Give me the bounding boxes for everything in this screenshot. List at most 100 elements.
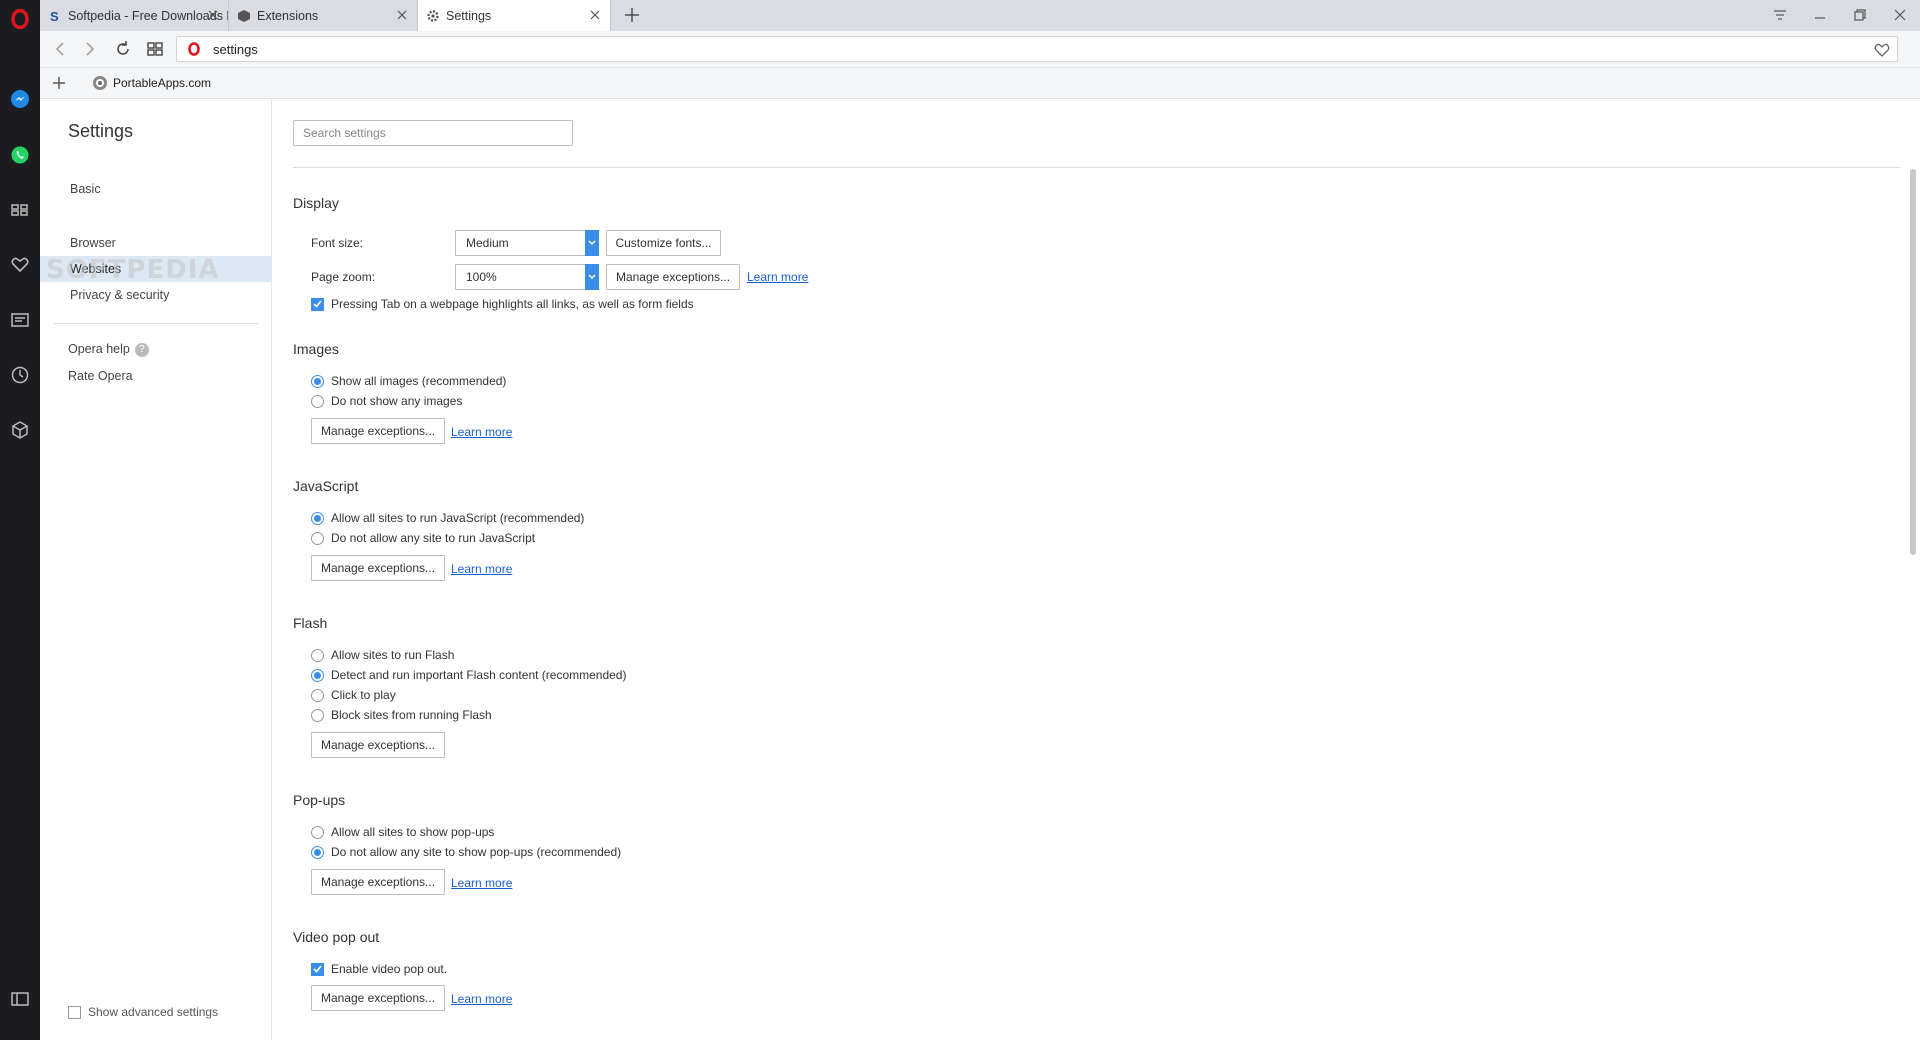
- page-zoom-select[interactable]: 100%: [455, 264, 599, 290]
- radio-selected[interactable]: [311, 511, 324, 525]
- messenger-icon[interactable]: [8, 87, 32, 111]
- option-label: Do not allow any site to run JavaScript: [331, 531, 536, 545]
- address-bar: settings: [40, 31, 1920, 68]
- nav-item-rate-opera[interactable]: Rate Opera: [40, 363, 272, 389]
- option-label: Do not allow any site to show pop-ups (r…: [331, 845, 622, 859]
- page-title: Settings: [68, 121, 134, 141]
- restore-icon[interactable]: [1851, 6, 1869, 24]
- flash-manage-exceptions-button[interactable]: Manage exceptions...: [311, 732, 445, 758]
- popups-manage-exceptions-button[interactable]: Manage exceptions...: [311, 869, 445, 895]
- flash-option-allow[interactable]: Allow sites to run Flash: [311, 647, 454, 663]
- option-label: Allow all sites to run JavaScript (recom…: [331, 511, 585, 525]
- speed-dial-icon[interactable]: [145, 39, 165, 59]
- popups-learn-more-link[interactable]: Learn more: [451, 876, 512, 890]
- bookmarks-bar: PortableApps.com: [40, 68, 1920, 99]
- video-pop-out-label: Enable video pop out.: [331, 962, 448, 976]
- watermark: SOFTPEDIA: [46, 254, 226, 291]
- nav-item-browser[interactable]: Browser: [40, 230, 272, 256]
- js-manage-exceptions-button[interactable]: Manage exceptions...: [311, 555, 445, 581]
- checkbox-checked[interactable]: [311, 297, 324, 311]
- close-icon[interactable]: [588, 8, 602, 22]
- radio[interactable]: [311, 825, 324, 839]
- video-manage-exceptions-button[interactable]: Manage exceptions...: [311, 985, 445, 1011]
- tab-title: Softpedia - Free Downloads Encyclopedia: [68, 8, 228, 23]
- show-advanced-settings-checkbox[interactable]: Show advanced settings: [68, 1005, 218, 1019]
- page-zoom-value: 100%: [466, 270, 497, 284]
- chevron-down-icon: [585, 230, 599, 256]
- add-bookmark-plus-icon[interactable]: [50, 74, 68, 92]
- js-option-allow[interactable]: Allow all sites to run JavaScript (recom…: [311, 510, 584, 526]
- images-manage-exceptions-button[interactable]: Manage exceptions...: [311, 418, 445, 444]
- settings-content: Display Font size: Medium Customize font…: [273, 99, 1920, 1040]
- bookmark-portableapps[interactable]: PortableApps.com: [92, 75, 211, 91]
- minimize-icon[interactable]: [1811, 6, 1829, 24]
- heart-icon[interactable]: [8, 253, 32, 277]
- tab-highlight-checkbox[interactable]: Pressing Tab on a webpage highlights all…: [311, 296, 694, 312]
- font-size-select[interactable]: Medium: [455, 230, 599, 256]
- history-clock-icon[interactable]: [8, 363, 32, 387]
- tab-settings[interactable]: Settings: [418, 0, 611, 31]
- zoom-manage-exceptions-button[interactable]: Manage exceptions...: [606, 264, 740, 290]
- option-label: Do not show any images: [331, 394, 463, 408]
- close-icon[interactable]: [395, 8, 409, 22]
- js-learn-more-link[interactable]: Learn more: [451, 562, 512, 576]
- radio[interactable]: [311, 648, 324, 662]
- video-pop-out-checkbox[interactable]: Enable video pop out.: [311, 961, 447, 977]
- new-tab-plus-icon[interactable]: [623, 6, 641, 24]
- section-title-video-pop-out: Video pop out: [293, 929, 380, 945]
- flash-option-click-to-play[interactable]: Click to play: [311, 687, 396, 703]
- option-label: Block sites from running Flash: [331, 708, 492, 722]
- radio-selected[interactable]: [311, 845, 324, 859]
- nav-item-opera-help[interactable]: Opera help?: [40, 336, 272, 362]
- reload-icon[interactable]: [113, 39, 133, 59]
- radio[interactable]: [311, 708, 324, 722]
- flash-option-detect[interactable]: Detect and run important Flash content (…: [311, 667, 626, 683]
- radio[interactable]: [311, 394, 324, 408]
- news-icon[interactable]: [8, 308, 32, 332]
- search-input[interactable]: [293, 120, 573, 146]
- page-zoom-label: Page zoom:: [311, 270, 376, 284]
- heart-icon[interactable]: [1873, 41, 1891, 59]
- images-learn-more-link[interactable]: Learn more: [451, 425, 512, 439]
- nav-item-basic[interactable]: Basic: [40, 176, 272, 202]
- whatsapp-icon[interactable]: [8, 143, 32, 167]
- customize-fonts-button[interactable]: Customize fonts...: [606, 230, 721, 256]
- popups-option-allow[interactable]: Allow all sites to show pop-ups: [311, 824, 494, 840]
- back-icon[interactable]: [50, 39, 70, 59]
- divider: [293, 167, 1900, 168]
- sidebar-toggle-icon[interactable]: [8, 987, 32, 1011]
- softpedia-icon: S: [48, 9, 62, 23]
- extensions-cube-icon[interactable]: [8, 418, 32, 442]
- speed-dial-icon[interactable]: [8, 198, 32, 222]
- opera-logo-icon[interactable]: [8, 7, 32, 31]
- images-option-hide[interactable]: Do not show any images: [311, 393, 462, 409]
- close-window-icon[interactable]: [1891, 6, 1909, 24]
- radio[interactable]: [311, 688, 324, 702]
- checkbox-checked[interactable]: [311, 962, 324, 976]
- images-option-show-all[interactable]: Show all images (recommended): [311, 373, 506, 389]
- js-option-block[interactable]: Do not allow any site to run JavaScript: [311, 530, 535, 546]
- tab-strip: S Softpedia - Free Downloads Encyclopedi…: [40, 0, 1920, 31]
- tab-softpedia[interactable]: S Softpedia - Free Downloads Encyclopedi…: [40, 0, 229, 31]
- flash-option-block[interactable]: Block sites from running Flash: [311, 707, 492, 723]
- close-icon[interactable]: [206, 8, 220, 22]
- url-field[interactable]: settings: [176, 36, 1898, 62]
- radio-selected[interactable]: [311, 374, 324, 388]
- zoom-learn-more-link[interactable]: Learn more: [747, 270, 808, 284]
- settings-nav: Settings Basic Browser Websites Privacy …: [40, 99, 272, 1040]
- forward-icon[interactable]: [80, 39, 100, 59]
- svg-text:S: S: [50, 9, 59, 23]
- font-size-label: Font size:: [311, 236, 364, 250]
- scrollbar[interactable]: [1910, 169, 1916, 555]
- radio[interactable]: [311, 531, 324, 545]
- popups-option-block[interactable]: Do not allow any site to show pop-ups (r…: [311, 844, 621, 860]
- tab-menu-icon[interactable]: [1771, 6, 1789, 24]
- radio-selected[interactable]: [311, 668, 324, 682]
- checkbox[interactable]: [68, 1005, 81, 1019]
- option-label: Show all images (recommended): [331, 374, 507, 388]
- option-label: Click to play: [331, 688, 396, 702]
- video-learn-more-link[interactable]: Learn more: [451, 992, 512, 1006]
- tab-extensions[interactable]: Extensions: [229, 0, 418, 31]
- option-label: Detect and run important Flash content (…: [331, 668, 627, 682]
- portableapps-icon: [92, 75, 108, 91]
